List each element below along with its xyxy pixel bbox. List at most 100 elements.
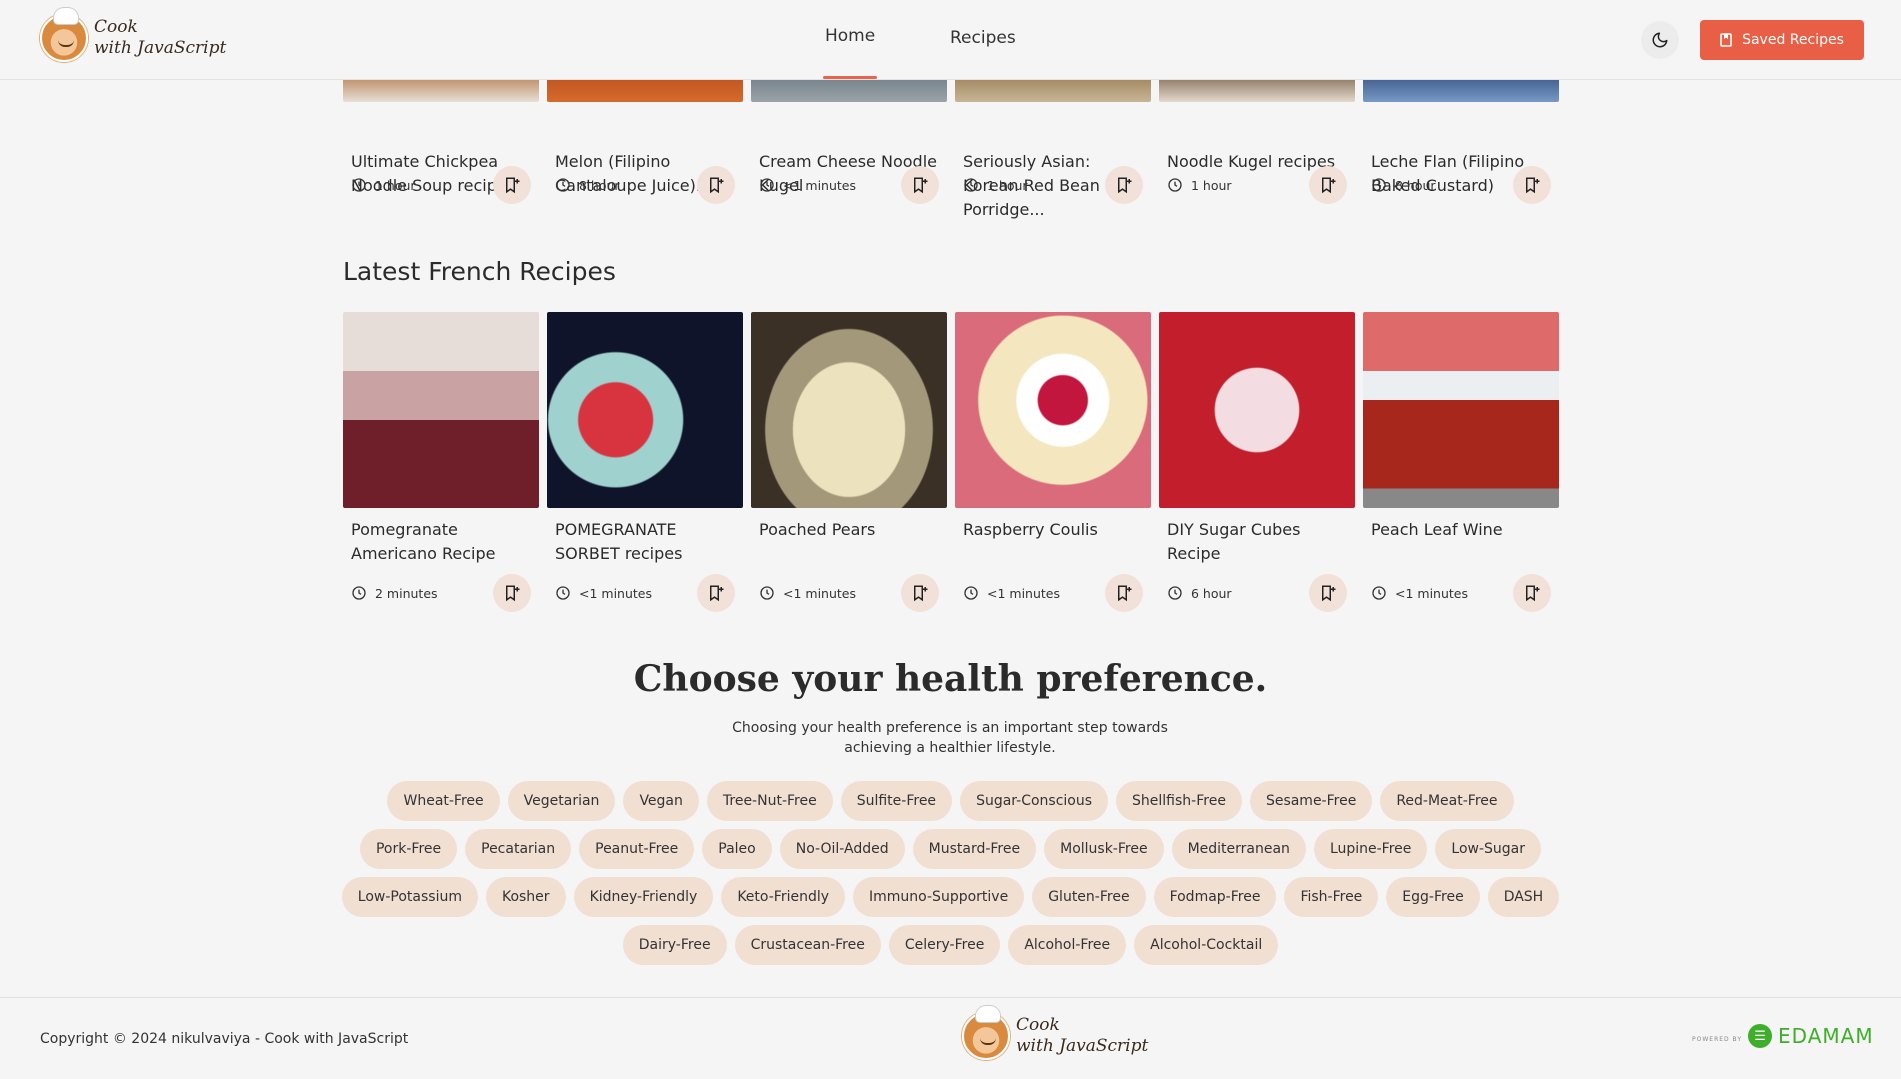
- health-chip[interactable]: Kidney-Friendly: [573, 877, 714, 917]
- health-chip[interactable]: Keto-Friendly: [721, 877, 846, 917]
- recipe-card[interactable]: Ultimate Chickpea Noodle Soup recipes 1 …: [343, 62, 539, 204]
- clock-icon: [1168, 586, 1182, 600]
- save-recipe-button[interactable]: [697, 166, 735, 204]
- health-chip[interactable]: Vegan: [623, 781, 699, 821]
- health-chip[interactable]: Paleo: [702, 829, 772, 869]
- logo-line-1: Cook: [1016, 1015, 1060, 1035]
- health-chip[interactable]: Lupine-Free: [1313, 829, 1428, 869]
- health-chip[interactable]: Dairy-Free: [622, 925, 727, 965]
- health-chip[interactable]: Red-Meat-Free: [1380, 781, 1514, 821]
- recipe-card[interactable]: Raspberry Coulis <1 minutes: [955, 312, 1151, 612]
- clock-icon: [964, 178, 978, 192]
- recipe-card[interactable]: Seriously Asian: Korean Red Bean Porridg…: [955, 62, 1151, 219]
- save-recipe-button[interactable]: [901, 166, 939, 204]
- clock-icon: [556, 178, 570, 192]
- powered-by-label: POWERED BY: [1692, 1035, 1743, 1043]
- bookmark-add-icon: [914, 177, 928, 194]
- health-chip[interactable]: Mediterranean: [1171, 829, 1306, 869]
- recipe-card[interactable]: POMEGRANATE SORBET recipes <1 minutes: [547, 312, 743, 612]
- health-chip[interactable]: Gluten-Free: [1032, 877, 1146, 917]
- nav-recipes[interactable]: Recipes: [950, 28, 1016, 48]
- bookmark-icon: [1720, 33, 1732, 47]
- chef-logo-icon: [40, 8, 88, 62]
- recipe-image[interactable]: [1363, 312, 1559, 508]
- section-title: Latest French Recipes: [343, 257, 616, 286]
- footer-logo[interactable]: Cook with JavaScript: [962, 1006, 1148, 1060]
- recipe-card[interactable]: Noodle Kugel recipes 1 hour: [1159, 62, 1355, 204]
- health-chip[interactable]: Crustacean-Free: [734, 925, 881, 965]
- recipe-image[interactable]: [1159, 312, 1355, 508]
- recipe-card[interactable]: Peach Leaf Wine <1 minutes: [1363, 312, 1559, 612]
- save-recipe-button[interactable]: [1309, 166, 1347, 204]
- bookmark-add-icon: [1526, 585, 1540, 602]
- health-chip[interactable]: Low-Sugar: [1435, 829, 1541, 869]
- theme-toggle-button[interactable]: [1641, 21, 1679, 59]
- health-chip[interactable]: Fodmap-Free: [1153, 877, 1277, 917]
- save-recipe-button[interactable]: [901, 574, 939, 612]
- recipe-card[interactable]: Leche Flan (Filipino Baked Custard) 8 ho…: [1363, 62, 1559, 204]
- recipe-image[interactable]: [343, 312, 539, 508]
- recipe-card[interactable]: Poached Pears <1 minutes: [751, 312, 947, 612]
- health-chip[interactable]: Shellfish-Free: [1116, 781, 1242, 821]
- site-header: Cook with JavaScript Home Recipes Saved …: [0, 0, 1901, 80]
- clock-icon: [1372, 178, 1386, 192]
- save-recipe-button[interactable]: [697, 574, 735, 612]
- health-chip[interactable]: Tree-Nut-Free: [706, 781, 833, 821]
- clock-icon: [760, 178, 774, 192]
- site-logo[interactable]: Cook with JavaScript: [40, 8, 226, 62]
- save-recipe-button[interactable]: [493, 166, 531, 204]
- recipe-image[interactable]: [547, 312, 743, 508]
- health-chip[interactable]: Kosher: [485, 877, 566, 917]
- health-chip[interactable]: Immuno-Supportive: [853, 877, 1025, 917]
- health-chip[interactable]: Mollusk-Free: [1044, 829, 1164, 869]
- recipe-title[interactable]: Raspberry Coulis: [963, 518, 1143, 566]
- moon-icon: [1652, 32, 1668, 48]
- health-chip[interactable]: Wheat-Free: [387, 781, 500, 821]
- recipe-card[interactable]: Melon (Filipino Cantaloupe Juice)... 8 h…: [547, 62, 743, 204]
- health-chip[interactable]: Pecatarian: [465, 829, 572, 869]
- save-recipe-button[interactable]: [1105, 166, 1143, 204]
- site-footer: Copyright © 2024 nikulvaviya - Cook with…: [0, 997, 1901, 1079]
- health-chip[interactable]: No-Oil-Added: [779, 829, 905, 869]
- clock-icon: [556, 586, 570, 600]
- recipe-card[interactable]: DIY Sugar Cubes Recipe 6 hour: [1159, 312, 1355, 612]
- edamam-logo-icon: ☰: [1748, 1024, 1773, 1048]
- save-recipe-button[interactable]: [1105, 574, 1143, 612]
- save-recipe-button[interactable]: [493, 574, 531, 612]
- edamam-attribution[interactable]: POWERED BY ☰ EDAMAM: [1692, 1024, 1874, 1048]
- health-chip[interactable]: Sulfite-Free: [840, 781, 953, 821]
- health-chip[interactable]: Fish-Free: [1284, 877, 1379, 917]
- health-chip-row: Wheat-Free Vegetarian Vegan Tree-Nut-Fre…: [0, 781, 1901, 821]
- save-recipe-button[interactable]: [1513, 166, 1551, 204]
- health-chip[interactable]: Alcohol-Cocktail: [1134, 925, 1279, 965]
- recipe-title[interactable]: Poached Pears: [759, 518, 939, 566]
- recipe-image[interactable]: [955, 312, 1151, 508]
- health-chip-row: Low-Potassium Kosher Kidney-Friendly Ket…: [0, 877, 1901, 917]
- health-chip[interactable]: Low-Potassium: [341, 877, 478, 917]
- health-chip[interactable]: DASH: [1487, 877, 1560, 917]
- recipe-title[interactable]: POMEGRANATE SORBET recipes: [555, 518, 735, 566]
- health-chip[interactable]: Vegetarian: [507, 781, 616, 821]
- recipe-title[interactable]: Pomegranate Americano Recipe: [351, 518, 531, 566]
- recipe-time: 6 hour: [1191, 585, 1232, 601]
- health-chip[interactable]: Celery-Free: [888, 925, 1001, 965]
- recipe-title[interactable]: Peach Leaf Wine: [1371, 518, 1551, 566]
- recipe-title[interactable]: DIY Sugar Cubes Recipe: [1167, 518, 1347, 566]
- bookmark-add-icon: [506, 585, 520, 602]
- nav-home[interactable]: Home: [822, 26, 878, 79]
- saved-recipes-button[interactable]: Saved Recipes: [1700, 20, 1864, 60]
- save-recipe-button[interactable]: [1309, 574, 1347, 612]
- save-recipe-button[interactable]: [1513, 574, 1551, 612]
- health-chip[interactable]: Sesame-Free: [1249, 781, 1373, 821]
- recipe-image[interactable]: [751, 312, 947, 508]
- health-chip[interactable]: Pork-Free: [359, 829, 458, 869]
- health-chip[interactable]: Peanut-Free: [579, 829, 695, 869]
- copyright-text: Copyright © 2024 nikulvaviya - Cook with…: [40, 1031, 409, 1047]
- recipe-card[interactable]: Pomegranate Americano Recipe 2 minutes: [343, 312, 539, 612]
- health-chip[interactable]: Alcohol-Free: [1008, 925, 1127, 965]
- health-chip[interactable]: Mustard-Free: [912, 829, 1037, 869]
- logo-line-1: Cook: [94, 17, 138, 37]
- health-chip[interactable]: Sugar-Conscious: [960, 781, 1109, 821]
- recipe-card[interactable]: Cream Cheese Noodle Kugel <1 minutes: [751, 62, 947, 204]
- health-chip[interactable]: Egg-Free: [1386, 877, 1480, 917]
